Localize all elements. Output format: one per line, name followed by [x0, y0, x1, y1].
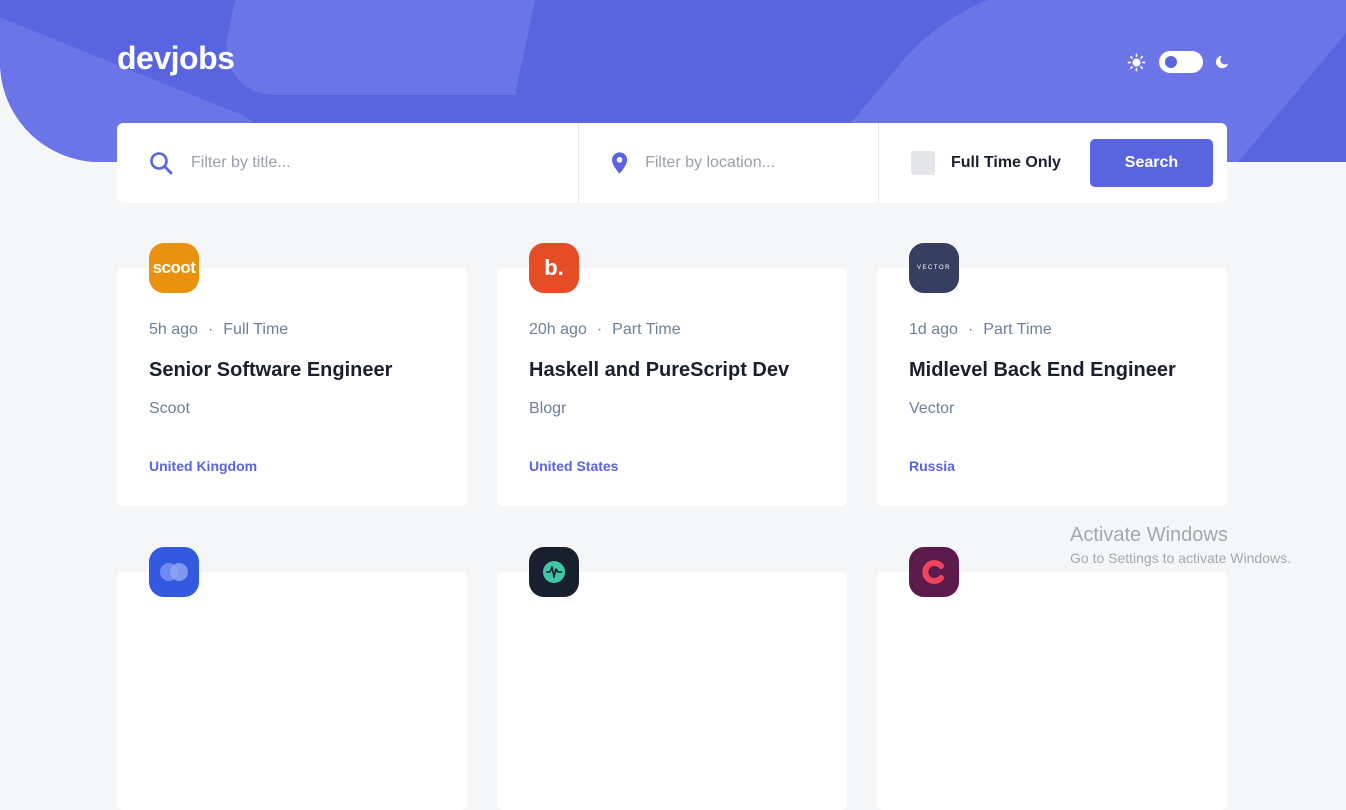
company-logo: VECTOR — [909, 243, 959, 293]
job-card[interactable] — [117, 547, 467, 810]
location-filter-input[interactable] — [643, 153, 878, 173]
watermark-subtitle: Go to Settings to activate Windows. — [1070, 550, 1291, 566]
job-card[interactable] — [877, 547, 1227, 810]
job-card[interactable]: scoot 5h ago · Full Time Senior Software E… — [117, 243, 467, 506]
overlapping-circles-icon — [160, 563, 188, 581]
job-meta: 20h ago · Part Time — [529, 321, 681, 339]
pulse-icon — [543, 561, 565, 583]
sun-icon — [1127, 53, 1146, 71]
job-card[interactable]: b. 20h ago · Part Time Haskell and PureScr… — [497, 243, 847, 506]
location-pin-icon — [612, 152, 628, 174]
separator-dot: · — [967, 321, 974, 338]
job-location: United States — [529, 458, 619, 474]
job-title[interactable]: Midlevel Back End Engineer — [909, 359, 1176, 382]
company-logo-text: VECTOR — [917, 265, 951, 271]
job-location: Russia — [909, 458, 955, 474]
contract-type: Part Time — [983, 321, 1052, 338]
job-meta: 5h ago · Full Time — [149, 321, 288, 339]
full-time-checkbox[interactable] — [911, 151, 935, 175]
search-button[interactable]: Search — [1089, 139, 1213, 187]
theme-switcher — [1127, 51, 1229, 73]
company-name: Vector — [909, 400, 955, 417]
search-filter-bar: Full Time Only Search — [117, 123, 1227, 203]
job-location: United Kingdom — [149, 458, 258, 474]
posted-time: 1d ago — [909, 321, 958, 338]
windows-activation-watermark: Activate Windows Go to Settings to activ… — [1070, 524, 1291, 566]
company-name: Blogr — [529, 400, 567, 417]
location-filter — [579, 123, 879, 203]
company-logo — [909, 547, 959, 597]
search-icon — [150, 152, 173, 175]
separator-dot: · — [207, 321, 214, 338]
company-logo — [149, 547, 199, 597]
posted-time: 20h ago — [529, 321, 587, 338]
watermark-title: Activate Windows — [1070, 524, 1228, 546]
company-logo: b. — [529, 243, 579, 293]
job-title[interactable]: Senior Software Engineer — [149, 359, 392, 382]
contract-type: Full Time — [223, 321, 289, 338]
title-filter-input[interactable] — [189, 153, 453, 173]
job-meta: 1d ago · Part Time — [909, 321, 1052, 339]
c-letter-icon — [922, 560, 944, 584]
theme-toggle[interactable] — [1159, 51, 1203, 73]
job-card[interactable] — [497, 547, 847, 810]
company-logo-text: scoot — [152, 258, 196, 277]
company-name: Scoot — [149, 400, 190, 417]
separator-dot: · — [596, 321, 603, 338]
filter-options: Full Time Only Search — [879, 123, 1227, 203]
company-logo: scoot — [149, 243, 199, 293]
toggle-knob — [1165, 56, 1177, 68]
company-logo — [529, 547, 579, 597]
job-title[interactable]: Haskell and PureScript Dev — [529, 359, 789, 382]
contract-type: Part Time — [612, 321, 681, 338]
company-logo-text: b. — [544, 255, 564, 280]
posted-time: 5h ago — [149, 321, 198, 338]
moon-icon — [1215, 55, 1229, 69]
full-time-label[interactable]: Full Time Only — [951, 154, 1061, 172]
header-decoration — [215, 0, 565, 95]
title-filter — [117, 123, 579, 203]
job-card[interactable]: VECTOR 1d ago · Part Time Midlevel Back En… — [877, 243, 1227, 506]
site-logo[interactable]: devjobs — [117, 40, 235, 77]
